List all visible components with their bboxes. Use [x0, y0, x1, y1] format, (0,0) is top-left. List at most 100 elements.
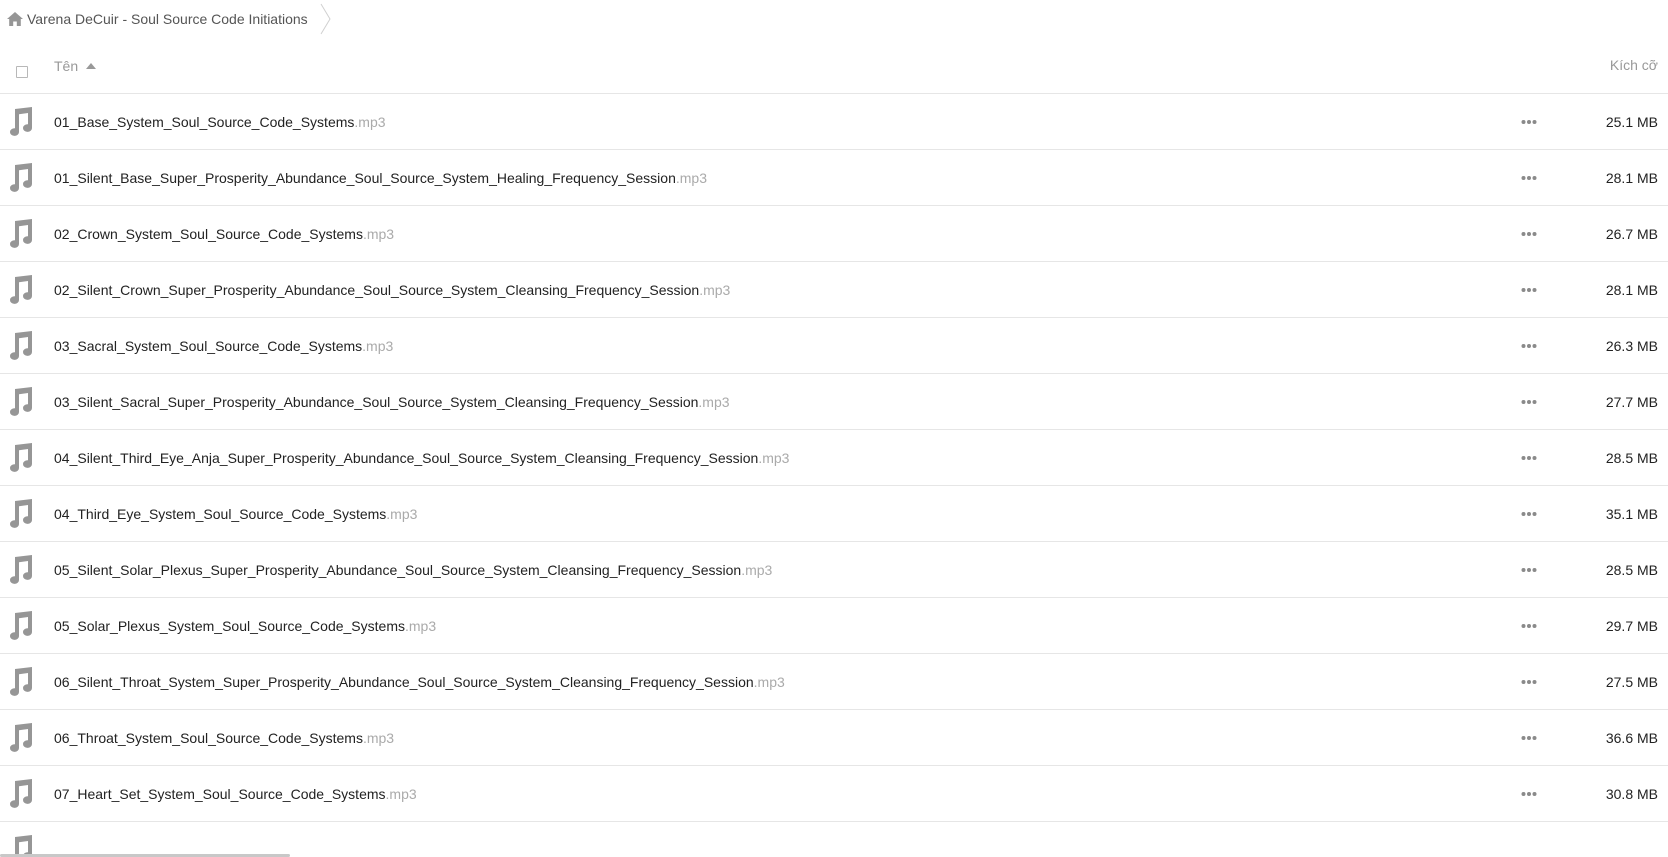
file-name[interactable]: 04_Third_Eye_System_Soul_Source_Code_Sys…	[54, 486, 417, 542]
table-row[interactable]: 06_Throat_System_Soul_Source_Code_System…	[0, 710, 1668, 766]
music-note-icon	[10, 667, 33, 696]
file-base-name: 04_Silent_Third_Eye_Anja_Super_Prosperit…	[54, 450, 759, 466]
more-horizontal-icon[interactable]	[1521, 342, 1537, 350]
chevron-right-icon	[320, 3, 331, 35]
file-name[interactable]: 06_Throat_System_Soul_Source_Code_System…	[54, 710, 394, 766]
more-horizontal-icon[interactable]	[1521, 622, 1537, 630]
file-extension: .mp3	[362, 226, 395, 242]
file-name[interactable]: 01_Silent_Base_Super_Prosperity_Abundanc…	[54, 150, 707, 206]
name-column-label: Tên	[54, 57, 79, 74]
music-note-icon	[10, 275, 33, 304]
file-base-name: 02_Silent_Crown_Super_Prosperity_Abundan…	[54, 282, 700, 298]
table-row[interactable]: 06_Silent_Throat_System_Super_Prosperity…	[0, 654, 1668, 710]
more-horizontal-icon[interactable]	[1521, 454, 1537, 462]
more-horizontal-icon[interactable]	[1521, 510, 1537, 518]
music-note-icon	[10, 611, 33, 640]
file-name[interactable]: 03_Sacral_System_Soul_Source_Code_System…	[54, 318, 393, 374]
file-extension: .mp3	[741, 562, 773, 578]
file-extension: .mp3	[753, 674, 785, 690]
table-row[interactable]: 01_Silent_Base_Super_Prosperity_Abundanc…	[0, 150, 1668, 206]
file-size: 25.1 MB	[1605, 114, 1658, 130]
music-note-icon	[10, 331, 33, 360]
sort-by-name-header[interactable]: Tên	[54, 38, 97, 93]
file-size: 28.5 MB	[1605, 562, 1658, 578]
music-note-icon	[10, 779, 33, 808]
file-size: 29.7 MB	[1605, 618, 1658, 634]
more-horizontal-icon[interactable]	[1521, 286, 1537, 294]
more-horizontal-icon[interactable]	[1521, 118, 1537, 126]
file-base-name: 02_Crown_System_Soul_Source_Code_Systems	[54, 226, 363, 242]
music-note-icon	[10, 387, 33, 416]
breadcrumb-folder-label: Varena DeCuir - Soul Source Code Initiat…	[27, 11, 308, 27]
file-name[interactable]: 06_Silent_Throat_System_Super_Prosperity…	[54, 654, 785, 710]
more-horizontal-icon[interactable]	[1521, 790, 1537, 798]
sort-ascending-icon	[86, 62, 97, 69]
table-row[interactable]: 01_Base_System_Soul_Source_Code_Systems.…	[0, 94, 1668, 150]
file-extension: .mp3	[675, 170, 707, 186]
file-size: 27.7 MB	[1605, 394, 1658, 410]
file-base-name: 05_Solar_Plexus_System_Soul_Source_Code_…	[54, 618, 405, 634]
file-base-name: 07_Heart_Set_System_Soul_Source_Code_Sys…	[54, 786, 386, 802]
file-extension: .mp3	[385, 786, 417, 802]
file-list-header: Tên Kích cỡ	[0, 38, 1668, 94]
file-name[interactable]: 02_Crown_System_Soul_Source_Code_Systems…	[54, 206, 394, 262]
file-base-name: 05_Silent_Solar_Plexus_Super_Prosperity_…	[54, 562, 742, 578]
table-row[interactable]: 05_Solar_Plexus_System_Soul_Source_Code_…	[0, 598, 1668, 654]
file-name[interactable]: 01_Base_System_Soul_Source_Code_Systems.…	[54, 94, 386, 150]
file-extension: .mp3	[386, 506, 418, 522]
music-note-icon	[10, 163, 33, 192]
table-row[interactable]: 03_Sacral_System_Soul_Source_Code_System…	[0, 318, 1668, 374]
file-name[interactable]: 04_Silent_Third_Eye_Anja_Super_Prosperit…	[54, 430, 789, 486]
table-row-partial[interactable]	[0, 822, 1668, 857]
music-note-icon	[10, 723, 33, 752]
file-name[interactable]: 03_Silent_Sacral_Super_Prosperity_Abunda…	[54, 374, 730, 430]
file-base-name: 06_Silent_Throat_System_Super_Prosperity…	[54, 674, 754, 690]
file-base-name: 03_Silent_Sacral_Super_Prosperity_Abunda…	[54, 394, 699, 410]
file-extension: .mp3	[698, 394, 730, 410]
more-horizontal-icon[interactable]	[1521, 398, 1537, 406]
more-horizontal-icon[interactable]	[1521, 734, 1537, 742]
file-extension: .mp3	[362, 338, 394, 354]
file-size: 26.7 MB	[1605, 226, 1658, 242]
more-horizontal-icon[interactable]	[1521, 678, 1537, 686]
file-size: 35.1 MB	[1605, 506, 1658, 522]
table-row[interactable]: 07_Heart_Set_System_Soul_Source_Code_Sys…	[0, 766, 1668, 822]
file-name[interactable]: 07_Heart_Set_System_Soul_Source_Code_Sys…	[54, 766, 417, 822]
file-browser: Varena DeCuir - Soul Source Code Initiat…	[0, 0, 1668, 857]
file-size: 30.8 MB	[1605, 786, 1658, 802]
file-extension: .mp3	[354, 114, 386, 130]
file-name[interactable]: 02_Silent_Crown_Super_Prosperity_Abundan…	[54, 262, 730, 318]
file-extension: .mp3	[362, 730, 395, 746]
sort-by-size-header[interactable]: Kích cỡ	[1610, 38, 1658, 93]
file-extension: .mp3	[699, 282, 731, 298]
table-row[interactable]: 05_Silent_Solar_Plexus_Super_Prosperity_…	[0, 542, 1668, 598]
file-base-name: 06_Throat_System_Soul_Source_Code_System…	[54, 730, 363, 746]
file-name[interactable]: 05_Silent_Solar_Plexus_Super_Prosperity_…	[54, 542, 772, 598]
more-horizontal-icon[interactable]	[1521, 230, 1537, 238]
file-extension: .mp3	[404, 618, 437, 634]
music-note-icon	[10, 107, 33, 136]
file-list: 01_Base_System_Soul_Source_Code_Systems.…	[0, 94, 1668, 822]
file-size: 28.1 MB	[1605, 282, 1658, 298]
table-row[interactable]: 04_Silent_Third_Eye_Anja_Super_Prosperit…	[0, 430, 1668, 486]
select-all-checkbox[interactable]	[16, 66, 28, 78]
file-base-name: 04_Third_Eye_System_Soul_Source_Code_Sys…	[54, 506, 387, 522]
table-row[interactable]: 03_Silent_Sacral_Super_Prosperity_Abunda…	[0, 374, 1668, 430]
breadcrumb-current-folder[interactable]: Varena DeCuir - Soul Source Code Initiat…	[6, 0, 308, 38]
file-base-name: 03_Sacral_System_Soul_Source_Code_System…	[54, 338, 363, 354]
file-name[interactable]: 05_Solar_Plexus_System_Soul_Source_Code_…	[54, 598, 436, 654]
more-horizontal-icon[interactable]	[1521, 566, 1537, 574]
file-size: 36.6 MB	[1605, 730, 1658, 746]
file-size: 28.1 MB	[1605, 170, 1658, 186]
file-base-name: 01_Base_System_Soul_Source_Code_Systems	[54, 114, 355, 130]
music-note-icon	[10, 499, 33, 528]
music-note-icon	[10, 555, 33, 584]
table-row[interactable]: 02_Silent_Crown_Super_Prosperity_Abundan…	[0, 262, 1668, 318]
home-icon[interactable]	[6, 11, 24, 27]
file-base-name: 01_Silent_Base_Super_Prosperity_Abundanc…	[54, 170, 676, 186]
file-size: 27.5 MB	[1605, 674, 1658, 690]
table-row[interactable]: 02_Crown_System_Soul_Source_Code_Systems…	[0, 206, 1668, 262]
more-horizontal-icon[interactable]	[1521, 174, 1537, 182]
table-row[interactable]: 04_Third_Eye_System_Soul_Source_Code_Sys…	[0, 486, 1668, 542]
music-note-icon	[10, 219, 33, 248]
